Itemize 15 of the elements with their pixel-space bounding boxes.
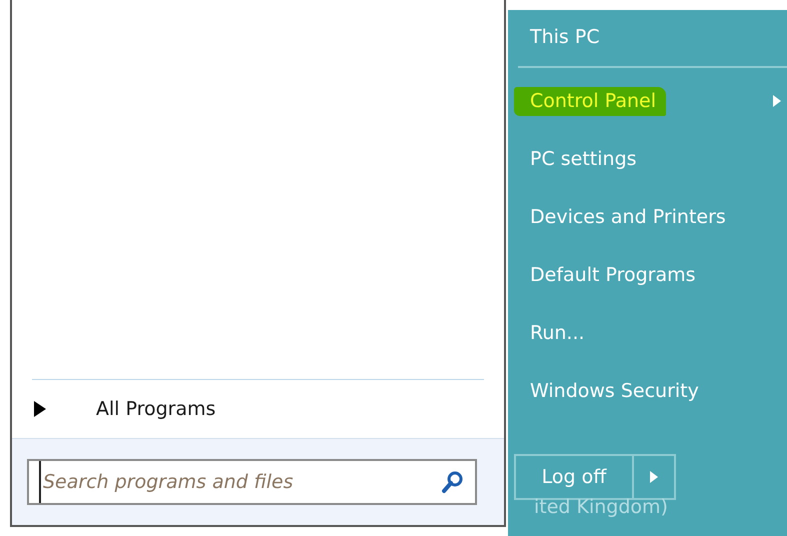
expand-arrow-icon (34, 401, 46, 417)
menu-item[interactable]: This PC (514, 16, 787, 62)
menu-item[interactable]: Control Panel (514, 72, 787, 130)
search-field[interactable]: Search programs and files (27, 459, 477, 505)
all-programs-link[interactable]: All Programs (96, 398, 216, 420)
menu-item[interactable]: Windows Security (514, 362, 787, 420)
menu-item[interactable]: Devices and Printers (514, 188, 787, 246)
menu-item[interactable]: Default Programs (514, 246, 787, 304)
menu-item[interactable]: Run... (514, 304, 787, 362)
log-off-button[interactable]: Log off (514, 454, 634, 500)
menu-item[interactable]: PC settings (514, 130, 787, 188)
shutdown-options-button[interactable] (634, 454, 676, 500)
caret-icon (650, 471, 658, 483)
search-icon[interactable] (441, 470, 465, 494)
submenu-arrow-icon (773, 95, 781, 107)
